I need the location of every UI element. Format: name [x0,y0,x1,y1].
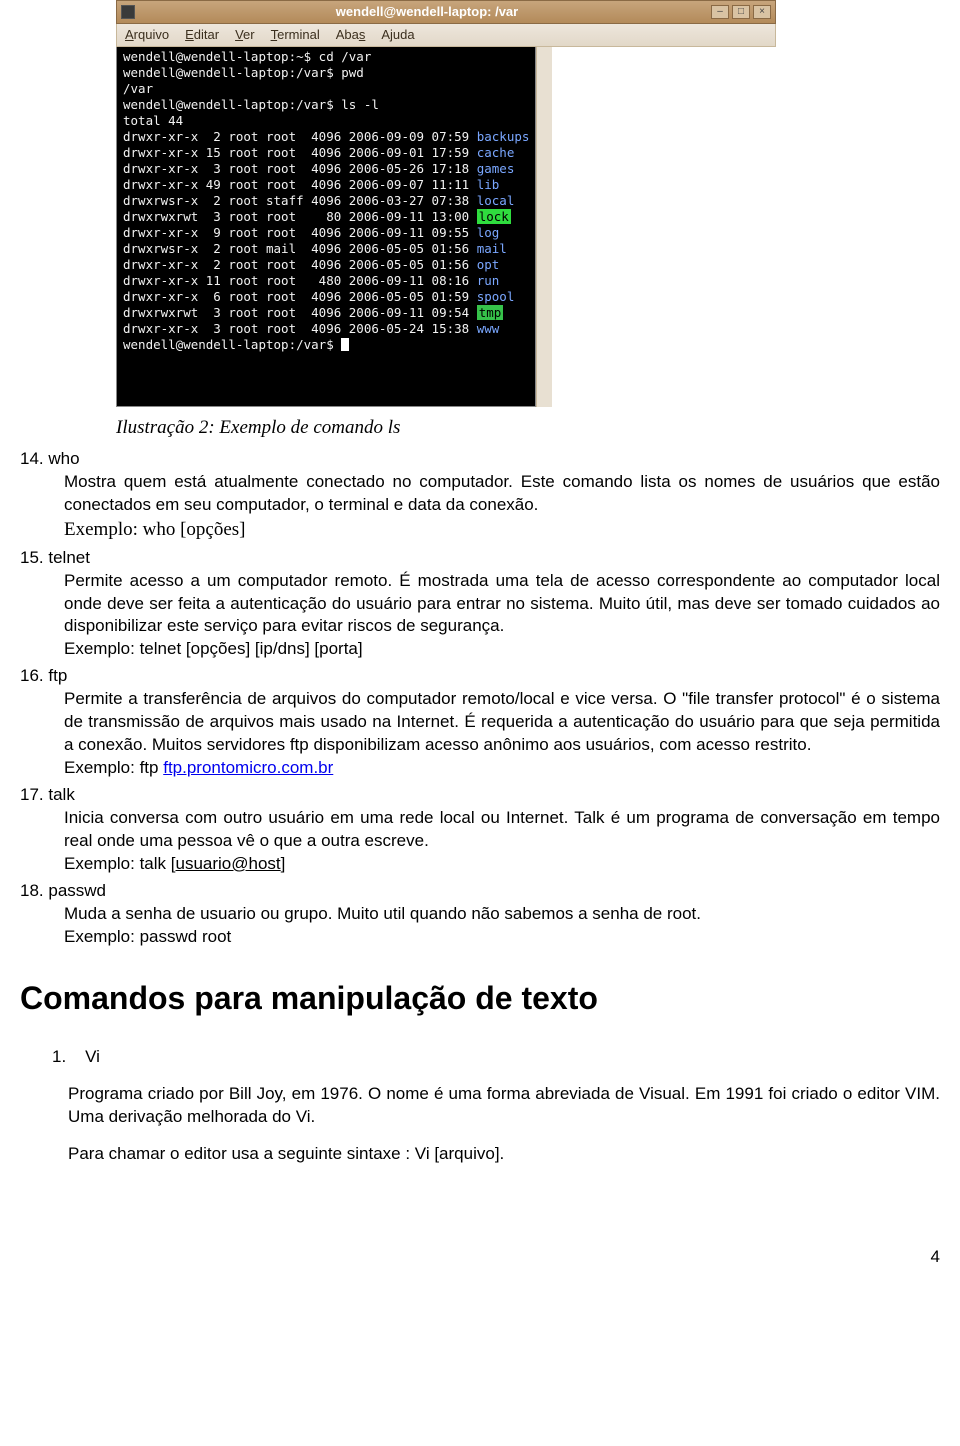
item-title: Vi [85,1047,100,1066]
terminal-menubar: Arquivo Editar Ver Terminal Abas Ajuda [116,24,776,47]
item-example: Exemplo: passwd root [64,926,940,949]
terminal-app-icon [121,5,135,19]
terminal-body: wendell@wendell-laptop:~$ cd /var wendel… [116,47,536,407]
figure-caption: Ilustração 2: Exemplo de comando ls [116,415,940,441]
item-paragraph: Programa criado por Bill Joy, em 1976. O… [68,1083,940,1129]
list-item: 14. who Mostra quem está atualmente conec… [20,448,940,542]
item-number: 14. [20,449,44,468]
item-title: who [48,449,79,468]
list-item: 18. passwd Muda a senha de usuario ou gru… [20,880,940,949]
list-item: 16. ftp Permite a transferência de arquiv… [20,665,940,780]
item-description: Inicia conversa com outro usuário em uma… [64,807,940,853]
section-heading: Comandos para manipulação de texto [20,977,940,1020]
item-number: 17. [20,785,44,804]
list-item: 1. Vi Programa criado por Bill Joy, em 1… [52,1046,940,1166]
terminal-titlebar: wendell@wendell-laptop: /var – □ × [116,0,776,24]
item-title: ftp [48,666,67,685]
item-description: Permite a transferência de arquivos do c… [64,688,940,757]
menu-item[interactable]: Terminal [271,26,320,44]
item-number: 1. [52,1047,66,1066]
menu-item[interactable]: Editar [185,26,219,44]
item-title: passwd [48,881,106,900]
page-number: 4 [20,1246,940,1269]
list-item: 15. telnet Permite acesso a um computador… [20,547,940,662]
item-description: Muda a senha de usuario ou grupo. Muito … [64,903,940,926]
list-item: 17. talk Inicia conversa com outro usuári… [20,784,940,876]
minimize-button[interactable]: – [711,5,729,19]
example-link[interactable]: ftp.prontomicro.com.br [163,758,333,777]
item-example: Exemplo: talk [usuario@host] [64,853,940,876]
item-title: telnet [48,548,90,567]
item-title: talk [48,785,74,804]
item-number: 15. [20,548,44,567]
close-button[interactable]: × [753,5,771,19]
maximize-button[interactable]: □ [732,5,750,19]
item-example: Exemplo: who [opções] [64,517,940,543]
menu-item[interactable]: Ajuda [381,26,414,44]
item-number: 18. [20,881,44,900]
item-example: Exemplo: telnet [opções] [ip/dns] [porta… [64,638,940,661]
item-number: 16. [20,666,44,685]
item-description: Mostra quem está atualmente conectado no… [64,471,940,517]
menu-item[interactable]: Abas [336,26,366,44]
item-example: Exemplo: ftp ftp.prontomicro.com.br [64,757,940,780]
terminal-title: wendell@wendell-laptop: /var [143,3,711,21]
menu-item[interactable]: Ver [235,26,255,44]
terminal-window: wendell@wendell-laptop: /var – □ × Arqui… [116,0,776,407]
item-paragraph: Para chamar o editor usa a seguinte sint… [68,1143,940,1166]
menu-item[interactable]: Arquivo [125,26,169,44]
terminal-scrollbar[interactable] [536,47,552,407]
item-description: Permite acesso a um computador remoto. É… [64,570,940,639]
